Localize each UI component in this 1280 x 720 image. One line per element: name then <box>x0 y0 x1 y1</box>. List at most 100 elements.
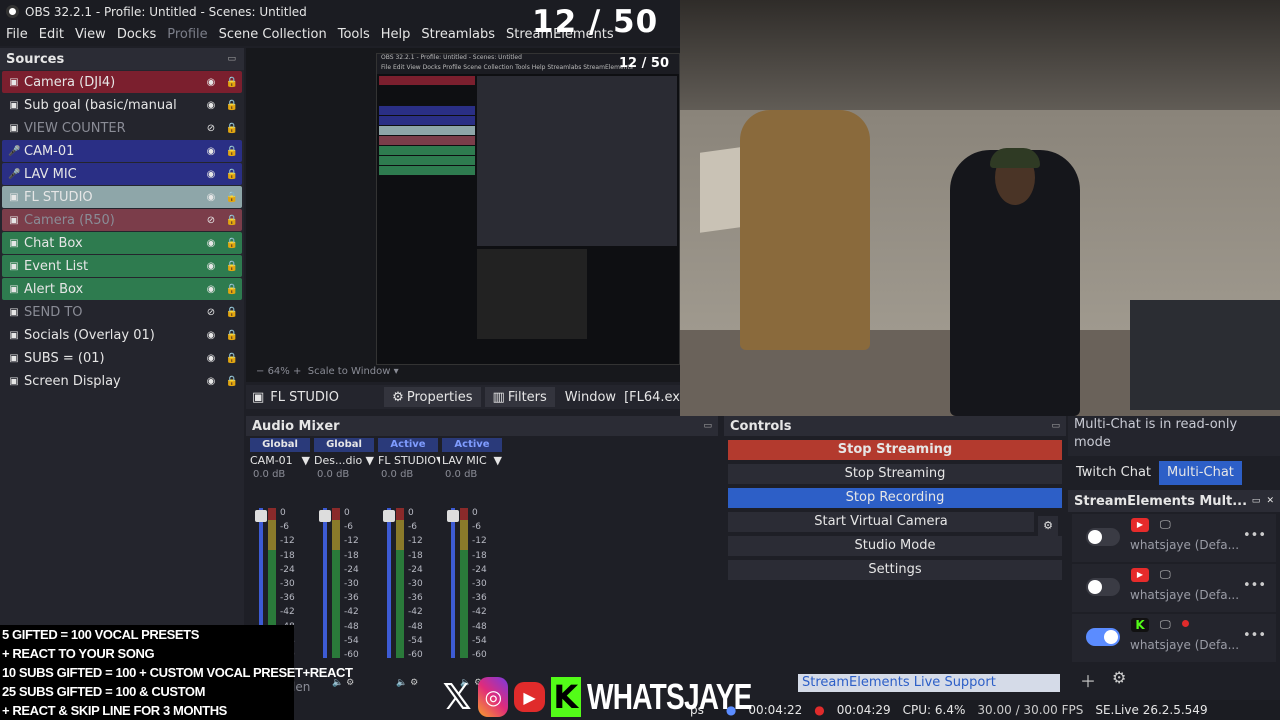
chevron-down-icon: ▼ <box>493 454 502 467</box>
volume-fader-handle[interactable] <box>383 510 395 522</box>
source-item[interactable]: ▣ Chat Box ◉ 🔒 <box>2 232 242 254</box>
preview-canvas[interactable]: OBS 32.2.1 - Profile: Untitled - Scenes:… <box>246 48 680 382</box>
lock-icon[interactable]: 🔒 <box>225 284 239 295</box>
menu-edit[interactable]: Edit <box>39 27 64 42</box>
stop-streaming-button[interactable]: Stop Streaming <box>728 464 1062 484</box>
preview-zoom[interactable]: − 64% + Scale to Window ▾ <box>256 366 399 377</box>
eye-icon[interactable]: ◉ <box>204 284 218 295</box>
menu-profile[interactable]: Profile <box>167 27 207 42</box>
source-item[interactable]: ▣ Sub goal (basic/manual ◉ 🔒 <box>2 94 242 116</box>
volume-fader-handle[interactable] <box>447 510 459 522</box>
eye-slash-icon[interactable]: ⊘ <box>204 123 218 134</box>
undock-icon[interactable]: ▭ <box>227 54 236 64</box>
meter-tick: -48 <box>472 621 487 632</box>
properties-button[interactable]: ⚙ Properties <box>384 387 481 407</box>
menu-docks[interactable]: Docks <box>117 27 156 42</box>
source-item[interactable]: ▣ VIEW COUNTER ⊘ 🔒 <box>2 117 242 139</box>
source-item[interactable]: ▣ Socials (Overlay 01) ◉ 🔒 <box>2 324 242 346</box>
eye-slash-icon[interactable]: ⊘ <box>204 215 218 226</box>
more-icon[interactable]: ••• <box>1243 578 1266 593</box>
meter-tick: -42 <box>280 607 295 618</box>
eye-icon[interactable]: ◉ <box>204 77 218 88</box>
channel-name[interactable]: CAM-01 ▼ <box>248 452 312 469</box>
window-select[interactable]: [FL64.ex <box>624 390 680 405</box>
channel-name[interactable]: LAV MIC ▼ <box>440 452 504 469</box>
virtual-camera-settings-icon[interactable]: ⚙ <box>1038 516 1058 536</box>
stop-streaming-primary-button[interactable]: Stop Streaming <box>728 440 1062 460</box>
lock-icon[interactable]: 🔒 <box>225 169 239 180</box>
volume-fader-track[interactable] <box>451 508 455 658</box>
studio-mode-button[interactable]: Studio Mode <box>728 536 1062 556</box>
source-item[interactable]: ▣ Camera (DJI4) ◉ 🔒 <box>2 71 242 93</box>
nested-sources <box>379 76 475 176</box>
eye-icon[interactable]: ◉ <box>204 330 218 341</box>
meter-tick: -18 <box>280 550 295 561</box>
lock-icon[interactable]: 🔒 <box>225 238 239 249</box>
add-icon[interactable]: ＋ <box>1080 668 1096 692</box>
settings-button[interactable]: Settings <box>728 560 1062 580</box>
source-item[interactable]: ▣ Camera (R50) ⊘ 🔒 <box>2 209 242 231</box>
stop-recording-button[interactable]: Stop Recording <box>728 488 1062 508</box>
source-item[interactable]: ▣ FL STUDIO ◉ 🔒 <box>2 186 242 208</box>
more-icon[interactable]: ••• <box>1243 628 1266 643</box>
se-live-support-link[interactable]: StreamElements Live Support <box>798 674 1060 692</box>
meter-tick: -54 <box>408 635 423 646</box>
channel-name-label: Des...dio <box>314 454 363 467</box>
source-item[interactable]: ▣ Screen Display ◉ 🔒 <box>2 370 242 392</box>
tab-multi-chat[interactable]: Multi-Chat <box>1159 461 1242 485</box>
undock-icon[interactable]: ▭ <box>1051 421 1060 431</box>
volume-fader-handle[interactable] <box>319 510 331 522</box>
menu-streamlabs[interactable]: Streamlabs <box>421 27 495 42</box>
eye-icon[interactable]: ◉ <box>204 238 218 249</box>
lock-icon[interactable]: 🔒 <box>225 100 239 111</box>
source-item[interactable]: ▣ SUBS = (01) ◉ 🔒 <box>2 347 242 369</box>
virtual-camera-button[interactable]: Start Virtual Camera <box>728 512 1034 532</box>
account-toggle[interactable] <box>1086 628 1120 646</box>
eye-icon[interactable]: ◉ <box>204 100 218 111</box>
volume-fader-track[interactable] <box>323 508 327 658</box>
menu-file[interactable]: File <box>6 27 28 42</box>
eye-icon[interactable]: ◉ <box>204 376 218 387</box>
eye-icon[interactable]: ◉ <box>204 146 218 157</box>
menu-scene-collection[interactable]: Scene Collection <box>219 27 327 42</box>
volume-fader-handle[interactable] <box>255 510 267 522</box>
tab-twitch-chat[interactable]: Twitch Chat <box>1068 461 1159 485</box>
eye-icon[interactable]: ◉ <box>204 353 218 364</box>
menu-view[interactable]: View <box>75 27 106 42</box>
gear-icon[interactable]: ⚙ <box>1112 668 1126 692</box>
lock-icon[interactable]: 🔒 <box>225 215 239 226</box>
meter-tick: -6 <box>280 522 289 533</box>
menu-help[interactable]: Help <box>381 27 411 42</box>
undock-icon[interactable]: ▭ <box>703 421 712 431</box>
source-item[interactable]: ▣ SEND TO ⊘ 🔒 <box>2 301 242 323</box>
lock-icon[interactable]: 🔒 <box>225 123 239 134</box>
eye-icon[interactable]: ◉ <box>204 192 218 203</box>
undock-icon[interactable]: ▭ ✕ <box>1252 496 1274 506</box>
lock-icon[interactable]: 🔒 <box>225 353 239 364</box>
x-logo-icon: 𝕏 <box>442 676 472 718</box>
account-toggle[interactable] <box>1086 528 1120 546</box>
account-toggle[interactable] <box>1086 578 1120 596</box>
lock-icon[interactable]: 🔒 <box>225 330 239 341</box>
speaker-icon[interactable]: 🔈 ⚙ <box>396 678 418 688</box>
source-item[interactable]: ▣ Event List ◉ 🔒 <box>2 255 242 277</box>
lock-icon[interactable]: 🔒 <box>225 77 239 88</box>
source-item[interactable]: 🎤 LAV MIC ◉ 🔒 <box>2 163 242 185</box>
filters-button[interactable]: ▥ Filters <box>484 387 555 407</box>
eye-icon[interactable]: ◉ <box>204 169 218 180</box>
lock-icon[interactable]: 🔒 <box>225 376 239 387</box>
lock-icon[interactable]: 🔒 <box>225 146 239 157</box>
lock-icon[interactable]: 🔒 <box>225 307 239 318</box>
lock-icon[interactable]: 🔒 <box>225 192 239 203</box>
more-icon[interactable]: ••• <box>1243 528 1266 543</box>
eye-icon[interactable]: ◉ <box>204 261 218 272</box>
channel-name[interactable]: FL STUDIO▼ <box>376 452 440 469</box>
menu-tools[interactable]: Tools <box>338 27 370 42</box>
lock-icon[interactable]: 🔒 <box>225 261 239 272</box>
channel-name[interactable]: Des...dio ▼ <box>312 452 376 469</box>
volume-fader-track[interactable] <box>387 508 391 658</box>
source-item[interactable]: 🎤 CAM-01 ◉ 🔒 <box>2 140 242 162</box>
channel-db: 0.0 dB <box>317 469 350 480</box>
eye-slash-icon[interactable]: ⊘ <box>204 307 218 318</box>
source-item[interactable]: ▣ Alert Box ◉ 🔒 <box>2 278 242 300</box>
